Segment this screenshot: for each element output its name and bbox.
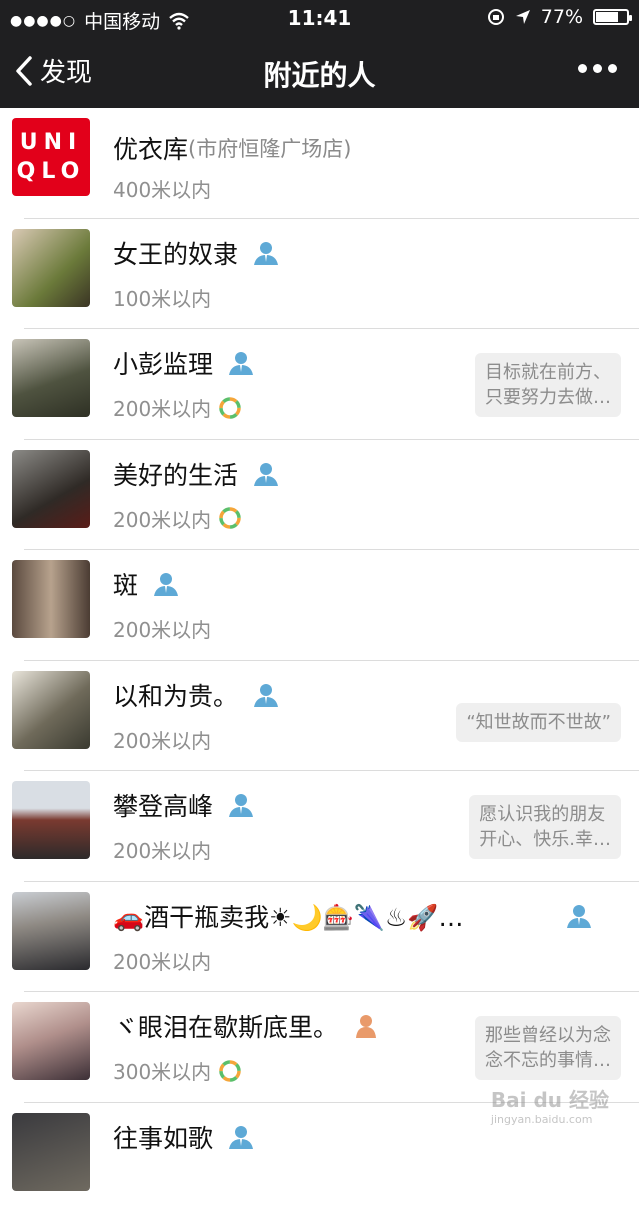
avatar <box>12 892 90 970</box>
list-item[interactable]: 女王的奴隶 100米以内 <box>0 219 639 330</box>
male-icon <box>252 240 280 266</box>
moments-icon <box>219 1060 241 1082</box>
male-icon <box>227 792 255 818</box>
list-item[interactable]: 攀登高峰 200米以内 愿认识我的朋友 开心、快乐.幸… <box>0 771 639 882</box>
moments-icon <box>219 397 241 419</box>
person-name: ヾ眼泪在歇斯底里。 <box>113 1008 338 1044</box>
distance-label: 400米以内 <box>113 174 211 203</box>
more-dot <box>578 64 587 73</box>
person-name: 🚗酒干瓶卖我☀🌙🎰🌂♨🚀… <box>113 898 553 934</box>
distance-label: 300米以内 <box>113 1056 211 1085</box>
nav-bar: 发现 附近的人 <box>0 40 639 104</box>
moments-icon <box>219 507 241 529</box>
avatar <box>12 450 90 528</box>
person-name: 往事如歌 <box>113 1119 213 1155</box>
location-arrow-icon <box>515 9 531 25</box>
distance-label: 200米以内 <box>113 504 211 533</box>
male-icon <box>227 350 255 376</box>
distance-label: 200米以内 <box>113 946 211 975</box>
rotation-lock-icon <box>487 8 505 26</box>
person-name: 斑 <box>113 566 138 602</box>
male-icon <box>252 682 280 708</box>
distance-label: 200米以内 <box>113 835 211 864</box>
signature-bubble: 那些曾经以为念 念不忘的事情… <box>475 1016 621 1080</box>
distance-label: 100米以内 <box>113 283 211 312</box>
more-dot <box>593 64 602 73</box>
avatar <box>12 1113 90 1191</box>
avatar <box>12 781 90 859</box>
avatar <box>12 1002 90 1080</box>
nearby-people-list: UNI QLO 优衣库 (市府恒隆广场店) 400米以内 女王的奴隶 100米以… <box>0 108 639 1213</box>
person-name: 以和为贵。 <box>113 677 238 713</box>
avatar <box>12 671 90 749</box>
more-button[interactable] <box>578 64 617 73</box>
avatar <box>12 229 90 307</box>
battery-icon <box>593 9 629 25</box>
list-item[interactable]: 美好的生活 200米以内 <box>0 440 639 551</box>
uniqlo-logo: UNI QLO <box>12 118 90 196</box>
person-name: 女王的奴隶 <box>113 235 238 271</box>
avatar <box>12 560 90 638</box>
signature-bubble: 愿认识我的朋友 开心、快乐.幸… <box>469 795 621 859</box>
male-icon <box>227 1124 255 1150</box>
list-item[interactable]: UNI QLO 优衣库 (市府恒隆广场店) 400米以内 <box>0 108 639 219</box>
store-branch: (市府恒隆广场店) <box>188 133 351 163</box>
male-icon <box>252 461 280 487</box>
person-name: 优衣库 <box>113 130 188 166</box>
male-icon <box>565 903 593 929</box>
page-title: 附近的人 <box>0 54 639 94</box>
female-icon <box>352 1013 380 1039</box>
list-item[interactable]: 小彭监理 200米以内 目标就在前方、 只要努力去做… <box>0 329 639 440</box>
more-dot <box>608 64 617 73</box>
distance-label: 200米以内 <box>113 725 211 754</box>
signature-bubble: 目标就在前方、 只要努力去做… <box>475 353 621 417</box>
person-name: 小彭监理 <box>113 345 213 381</box>
list-item[interactable]: 以和为贵。 200米以内 “知世故而不世故” <box>0 661 639 772</box>
signature-bubble: “知世故而不世故” <box>456 703 621 742</box>
watermark: Bai du 经验 jingyan.baidu.com <box>491 1084 609 1126</box>
list-item[interactable]: 斑 200米以内 <box>0 550 639 661</box>
person-name: 攀登高峰 <box>113 787 213 823</box>
person-name: 美好的生活 <box>113 456 238 492</box>
status-bar: ●●●●○ 中国移动 11:41 77% <box>0 0 639 36</box>
avatar <box>12 339 90 417</box>
distance-label: 200米以内 <box>113 614 211 643</box>
list-item[interactable]: 🚗酒干瓶卖我☀🌙🎰🌂♨🚀… 200米以内 <box>0 882 639 993</box>
header: ●●●●○ 中国移动 11:41 77% <box>0 0 639 108</box>
male-icon <box>152 571 180 597</box>
battery-percent: 77% <box>541 6 583 28</box>
distance-label: 200米以内 <box>113 393 211 422</box>
